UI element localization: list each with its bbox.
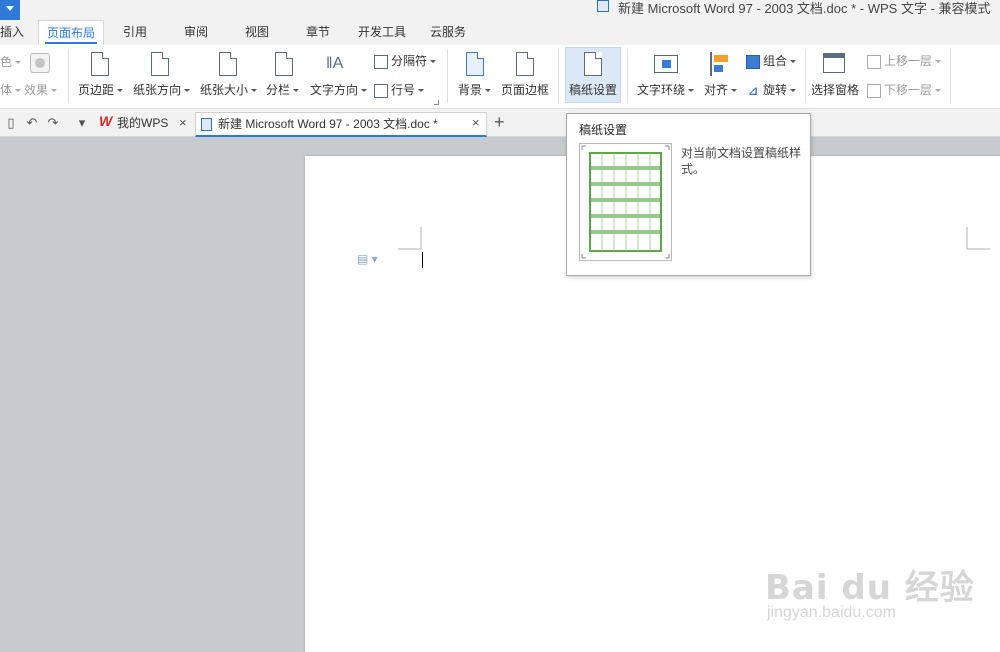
background-icon (466, 52, 484, 76)
title-bar: 新建 Microsoft Word 97 - 2003 文档.doc * - W… (0, 0, 1000, 20)
top-left-margin-marker (398, 227, 422, 250)
columns-icon (275, 52, 293, 76)
watermark-url: jingyan.baidu.com (767, 604, 896, 621)
tab-review[interactable]: 审阅 (184, 20, 208, 45)
print-preview-icon[interactable]: ▯ (4, 116, 18, 130)
new-tab-button[interactable]: + (494, 112, 505, 133)
top-right-margin-marker (966, 227, 990, 250)
tab-view[interactable]: 视图 (245, 20, 269, 45)
theme-font-button[interactable]: 体 (0, 81, 22, 98)
text-cursor (422, 252, 423, 268)
tab-references[interactable]: 引用 (123, 20, 147, 45)
tab-page-layout[interactable]: 页面布局 (38, 20, 105, 46)
effect-icon (30, 53, 50, 73)
text-direction-button[interactable]: 文字方向 (310, 81, 368, 98)
text-direction-icon: ‖A (326, 55, 344, 72)
text-wrap-icon (654, 55, 678, 73)
manuscript-grid-icon (581, 145, 670, 259)
word-doc-icon (201, 118, 212, 131)
orientation-icon (151, 52, 169, 76)
tooltip-title: 稿纸设置 (579, 123, 628, 137)
baidu-watermark: Bai du 经验 jingyan.baidu.com (765, 560, 975, 621)
tab-bar: ▯ ↶ ↷ ▾ 我的WPS × 新建 Microsoft Word 97 - 2… (0, 109, 1000, 137)
ribbon: 色 体 效果 页边距 纸张方向 纸张大小 分栏 ‖A 文字方向 分隔符 行号 背… (0, 45, 1000, 109)
selection-pane-icon (823, 53, 845, 73)
align-icon (710, 52, 730, 76)
line-number-button[interactable]: 行号 (374, 81, 425, 98)
page-setup-dialog-launcher[interactable] (434, 100, 439, 105)
tab-cloud[interactable]: 云服务 (430, 20, 466, 45)
page-margin-icon (91, 52, 109, 76)
theme-color-button[interactable]: 色 (0, 53, 22, 70)
paper-size-button[interactable]: 纸张大小 (200, 81, 258, 98)
background-button[interactable]: 背景 (458, 81, 492, 98)
effect-button[interactable]: 效果 (24, 81, 58, 98)
divider (950, 49, 951, 103)
tab-insert[interactable]: 插入 (0, 20, 24, 45)
group-button[interactable]: 组合 (746, 52, 797, 69)
watermark-brand: Bai du 经验 (765, 568, 975, 608)
tab-section[interactable]: 章节 (306, 20, 330, 45)
manuscript-icon (584, 52, 602, 76)
dropdown-arrow-icon (6, 6, 14, 11)
manuscript-preview-image (579, 143, 672, 261)
send-backward-button[interactable]: 下移一层 (867, 81, 942, 98)
orientation-button[interactable]: 纸张方向 (133, 81, 191, 98)
bring-forward-icon (867, 54, 881, 69)
menu-bar: 插入 页面布局 引用 审阅 视图 章节 开发工具 云服务 (0, 20, 1000, 46)
close-tab-document-icon[interactable]: × (472, 115, 480, 130)
send-backward-icon (867, 83, 881, 98)
columns-button[interactable]: 分栏 (266, 81, 300, 98)
group-icon (746, 54, 760, 69)
separator-button[interactable]: 分隔符 (374, 52, 437, 69)
divider (558, 49, 559, 103)
rotate-icon: ⊿ (747, 83, 759, 98)
redo-icon[interactable]: ↷ (46, 116, 60, 130)
close-tab-my-wps-icon[interactable]: × (179, 115, 187, 130)
divider (447, 49, 448, 103)
separator-icon (374, 54, 388, 69)
page-margin-button[interactable]: 页边距 (78, 81, 124, 98)
undo-icon[interactable]: ↶ (25, 116, 39, 130)
tooltip-description: 对当前文档设置稿纸样式。 (681, 146, 802, 176)
selection-pane-button[interactable]: 选择窗格 (811, 81, 859, 98)
manuscript-setup-button[interactable]: 稿纸设置 (569, 81, 617, 98)
app-menu-button[interactable] (0, 0, 20, 20)
rotate-button[interactable]: ⊿ 旋转 (746, 81, 797, 98)
tab-document[interactable]: 新建 Microsoft Word 97 - 2003 文档.doc * (195, 112, 487, 137)
document-icon (597, 0, 609, 12)
text-wrap-button[interactable]: 文字环绕 (637, 81, 695, 98)
tooltip: 稿纸设置 对当前文档设置稿纸样式。 (566, 113, 811, 276)
divider (627, 49, 628, 103)
align-button[interactable]: 对齐 (704, 81, 738, 98)
paper-size-icon (219, 52, 237, 76)
window-title: 新建 Microsoft Word 97 - 2003 文档.doc * - W… (618, 1, 991, 16)
page-border-icon (516, 52, 534, 76)
divider (68, 49, 69, 103)
wps-logo-icon: W (99, 113, 113, 129)
customize-toolbar-icon[interactable]: ▾ (75, 116, 89, 130)
divider (805, 49, 806, 103)
tab-developer[interactable]: 开发工具 (358, 20, 406, 45)
line-number-icon (374, 83, 388, 98)
paragraph-layout-icon[interactable]: ▤ ▾ (357, 252, 378, 266)
bring-forward-button[interactable]: 上移一层 (867, 52, 942, 69)
page-border-button[interactable]: 页面边框 (501, 81, 549, 98)
